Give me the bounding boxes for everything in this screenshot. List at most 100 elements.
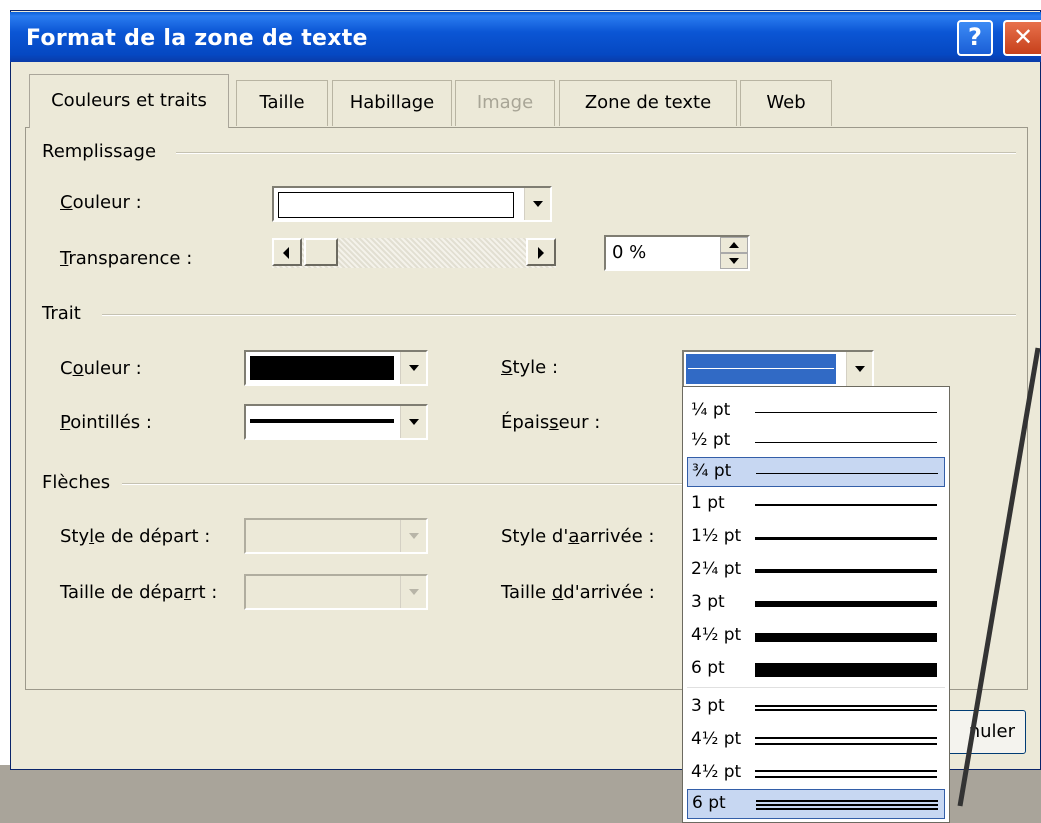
section-divider bbox=[176, 152, 1016, 154]
style-option-preview bbox=[755, 441, 937, 443]
style-option-preview bbox=[756, 800, 938, 810]
style-option[interactable]: ¼ pt bbox=[687, 397, 945, 427]
chevron-down-icon bbox=[409, 589, 419, 595]
tab-size[interactable]: Taille bbox=[236, 80, 328, 126]
style-option[interactable]: 4½ pt bbox=[687, 759, 945, 789]
close-button[interactable]: ✕ bbox=[1003, 20, 1041, 56]
transparency-label: Transparence : bbox=[60, 248, 193, 269]
begin-style-dropdown bbox=[244, 518, 428, 554]
style-option-label: 1 pt bbox=[691, 493, 725, 513]
style-option-label: 1½ pt bbox=[691, 526, 742, 546]
style-option-preview bbox=[755, 737, 937, 745]
tab-web[interactable]: Web bbox=[740, 80, 832, 126]
style-preview-line bbox=[688, 368, 834, 369]
line-color-swatch bbox=[250, 356, 394, 380]
style-option-label: ¾ pt bbox=[692, 461, 732, 481]
dropdown-button[interactable] bbox=[400, 352, 426, 384]
chevron-down-icon bbox=[409, 365, 419, 371]
fill-color-swatch bbox=[278, 192, 514, 218]
tab-picture: Image bbox=[455, 80, 555, 126]
style-option-label: 6 pt bbox=[691, 658, 725, 678]
style-option[interactable]: 6 pt bbox=[687, 655, 945, 685]
style-option-preview bbox=[755, 705, 937, 711]
begin-style-label: Style de départ : bbox=[60, 526, 211, 547]
style-option[interactable]: ½ pt bbox=[687, 427, 945, 457]
fill-section-label: Remplissage bbox=[42, 141, 157, 162]
spin-up-button[interactable] bbox=[720, 237, 748, 253]
tab-colors-and-lines[interactable]: Couleurs et traits bbox=[29, 74, 229, 128]
fill-color-dropdown[interactable] bbox=[272, 186, 552, 222]
style-option[interactable]: 1 pt bbox=[687, 490, 945, 520]
spin-down-button[interactable] bbox=[720, 253, 748, 269]
style-option[interactable]: 6 pt bbox=[687, 789, 945, 819]
style-option-preview bbox=[755, 770, 937, 778]
chevron-down-icon bbox=[855, 366, 865, 372]
style-option[interactable]: 1½ pt bbox=[687, 523, 945, 553]
section-divider bbox=[102, 314, 1016, 316]
scroll-left-button[interactable] bbox=[272, 238, 302, 266]
dash-preview-line bbox=[250, 419, 394, 423]
style-option-label: 4½ pt bbox=[691, 625, 742, 645]
style-selected-highlight bbox=[686, 354, 836, 384]
style-option-label: 2¼ pt bbox=[691, 559, 742, 579]
arrow-down-icon bbox=[729, 258, 739, 264]
end-size-label: Taille dd'arrivée : bbox=[501, 582, 655, 603]
line-color-label: Couleur : bbox=[60, 358, 142, 379]
dropdown-button[interactable] bbox=[846, 352, 872, 386]
style-option-preview bbox=[756, 472, 938, 474]
dropdown-button bbox=[400, 520, 426, 552]
dropdown-button bbox=[400, 576, 426, 608]
line-color-dropdown[interactable] bbox=[244, 350, 428, 386]
end-style-label: Style d'aarrivée : bbox=[501, 526, 655, 547]
style-option-label: 3 pt bbox=[691, 696, 725, 716]
dropdown-button[interactable] bbox=[400, 406, 426, 438]
style-option-label: 3 pt bbox=[691, 592, 725, 612]
style-dropdown[interactable] bbox=[682, 350, 874, 388]
style-option-preview bbox=[755, 536, 937, 540]
line-section-label: Trait bbox=[42, 303, 81, 324]
transparency-spin-input[interactable]: 0 % bbox=[604, 235, 750, 271]
style-option-label: 6 pt bbox=[692, 793, 726, 813]
chevron-down-icon bbox=[533, 201, 543, 207]
style-option-label: 4½ pt bbox=[691, 729, 742, 749]
style-option[interactable]: 3 pt bbox=[687, 589, 945, 619]
chevron-down-icon bbox=[409, 533, 419, 539]
style-option[interactable]: 4½ pt bbox=[687, 726, 945, 756]
style-option-preview bbox=[755, 632, 937, 642]
weight-label: Épaisseur : bbox=[501, 412, 601, 433]
help-button[interactable]: ? bbox=[957, 20, 993, 56]
transparency-value: 0 % bbox=[612, 242, 647, 263]
style-option-label: ¼ pt bbox=[691, 400, 731, 420]
scroll-right-button[interactable] bbox=[526, 238, 556, 266]
style-option[interactable]: 3 pt bbox=[687, 693, 945, 723]
transparency-slider[interactable] bbox=[272, 238, 556, 268]
list-separator bbox=[687, 687, 945, 688]
begin-size-dropdown bbox=[244, 574, 428, 610]
begin-size-label: Taille de déparrt : bbox=[60, 582, 218, 603]
arrow-right-icon bbox=[538, 247, 544, 259]
style-option[interactable]: 4½ pt bbox=[687, 622, 945, 652]
window-title: Format de la zone de texte bbox=[26, 26, 368, 51]
chevron-down-icon bbox=[409, 419, 419, 425]
section-divider bbox=[122, 483, 682, 485]
style-option-preview bbox=[755, 569, 937, 573]
tab-layout[interactable]: Habillage bbox=[332, 80, 452, 126]
arrows-section-label: Flèches bbox=[42, 472, 111, 493]
style-dropdown-list[interactable]: ¼ pt ½ pt ¾ pt 1 pt 1½ pt 2¼ pt 3 pt 4½ pt 6 pt 3… bbox=[682, 386, 950, 823]
style-option[interactable]: 2¼ pt bbox=[687, 556, 945, 586]
style-option-preview bbox=[755, 663, 937, 677]
tab-text-box[interactable]: Zone de texte bbox=[559, 80, 737, 126]
fill-color-label: Couleur : bbox=[60, 192, 142, 213]
style-option-label: 4½ pt bbox=[691, 762, 742, 782]
dash-dropdown[interactable] bbox=[244, 404, 428, 440]
style-option[interactable]: ¾ pt bbox=[687, 457, 945, 487]
style-option-preview bbox=[755, 601, 937, 607]
style-option-preview bbox=[755, 411, 937, 413]
style-option-preview bbox=[755, 504, 937, 506]
dropdown-button[interactable] bbox=[524, 188, 550, 220]
dash-label: Pointillés : bbox=[60, 412, 152, 433]
slider-thumb[interactable] bbox=[304, 238, 338, 266]
style-label: Style : bbox=[501, 357, 559, 378]
arrow-up-icon bbox=[729, 242, 739, 248]
triple-line-middle bbox=[756, 804, 938, 806]
